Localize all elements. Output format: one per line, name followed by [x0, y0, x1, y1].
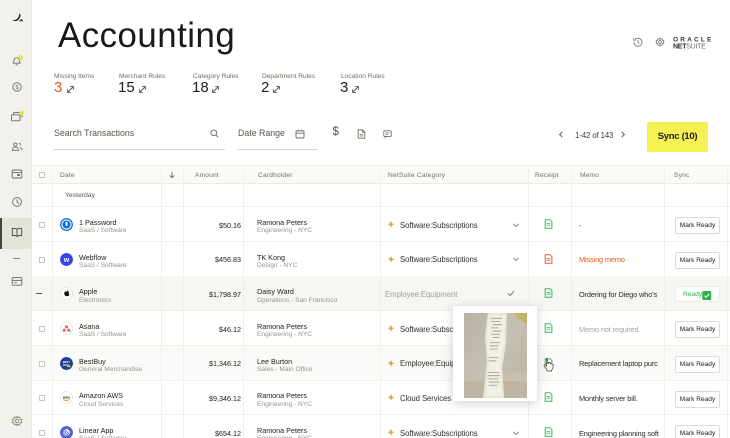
svg-text:w: w — [63, 257, 70, 264]
svg-text:$: $ — [15, 85, 18, 91]
svg-text:NETSUITE: NETSUITE — [673, 44, 706, 50]
svg-text:ORACLE: ORACLE — [673, 37, 712, 44]
svg-text:aws: aws — [63, 396, 70, 400]
